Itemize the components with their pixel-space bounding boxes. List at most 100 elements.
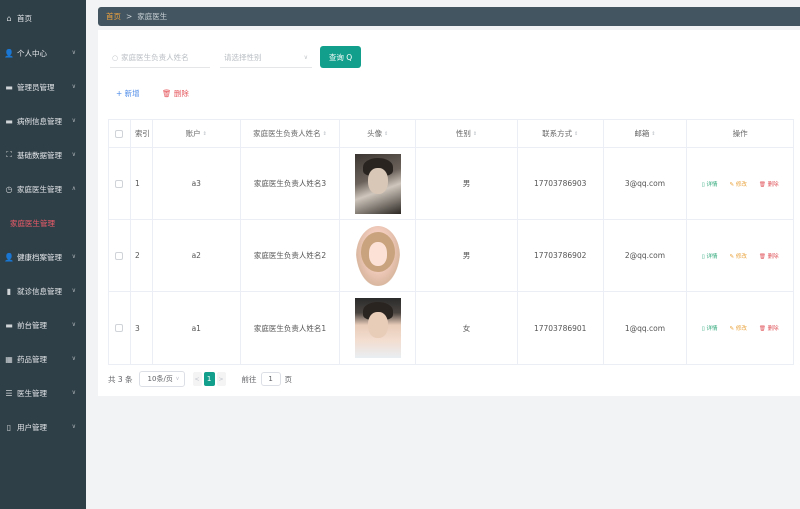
row-actions: ▯ 详情 ✎ 修改 🗑 删除 (702, 252, 779, 260)
sort-icon[interactable]: ⇕ (203, 131, 207, 137)
edit-button[interactable]: ✎ 修改 (730, 324, 747, 332)
sidebar-item-frontend[interactable]: ▬ 前台管理 ∨ (0, 308, 86, 342)
row-select[interactable] (109, 292, 131, 364)
sidebar-item-medicine[interactable]: ▦ 药品管理 ∨ (0, 342, 86, 376)
avatar[interactable] (354, 153, 401, 214)
sidebar-item-label: 前台管理 (17, 320, 47, 330)
avatar-face (367, 167, 388, 194)
bar-chart-icon: ▮ (6, 286, 12, 296)
mobile-icon: ▯ (6, 422, 12, 432)
folder-icon: ▬ (5, 320, 13, 330)
gender-select[interactable]: 请选择性别 ∨ (220, 48, 312, 68)
checkbox[interactable] (115, 324, 124, 332)
cell-email: 1@qq.com (604, 292, 688, 364)
next-page-button[interactable]: > (216, 372, 226, 386)
edit-button[interactable]: ✎ 修改 (730, 252, 747, 260)
expand-icon: ⛶ (6, 150, 12, 159)
avatar[interactable] (355, 225, 400, 286)
chevron-down-icon: ∨ (303, 54, 308, 61)
user-icon: 👤 (4, 48, 14, 58)
query-button[interactable]: 查询 Q (320, 46, 361, 68)
cell-index: 3 (131, 292, 153, 364)
chevron-down-icon: ∨ (71, 321, 76, 328)
chevron-down-icon: ∨ (71, 389, 76, 396)
goto-page-input[interactable]: 1 (260, 372, 281, 386)
cell-avatar (340, 292, 417, 364)
header-name[interactable]: 家庭医生负责人姓名 ⇕ (241, 120, 341, 147)
header-select-all[interactable] (109, 120, 131, 147)
header-phone[interactable]: 联系方式 ⇕ (518, 120, 604, 147)
sidebar-item-home[interactable]: ⌂ 首页 (0, 0, 86, 36)
header-email[interactable]: 邮箱 ⇕ (604, 120, 688, 147)
row-actions: ▯ 详情 ✎ 修改 🗑 删除 (702, 324, 779, 332)
checkbox[interactable] (115, 251, 124, 260)
batch-delete-button[interactable]: 🗑 删除 (162, 88, 189, 99)
breadcrumb: 首页 > 家庭医生 (98, 7, 800, 26)
header-gender[interactable]: 性别 ⇕ (416, 120, 518, 147)
sort-icon[interactable]: ⇕ (574, 131, 578, 137)
avatar[interactable] (354, 298, 401, 358)
sliders-icon: ☰ (5, 388, 13, 398)
header-account[interactable]: 账户 ⇕ (153, 120, 241, 147)
page-size-select[interactable]: 10条/页 ∨ (138, 371, 185, 387)
row-select[interactable] (109, 220, 131, 291)
cell-gender: 女 (416, 292, 518, 364)
cell-phone: 17703786902 (518, 220, 604, 291)
home-icon: ⌂ (6, 13, 12, 23)
pagination: 共 3 条 10条/页 ∨ < 1 > 前往 1 页 (108, 370, 292, 388)
sidebar-item-doctor[interactable]: ☰ 医生管理 ∨ (0, 376, 86, 410)
sidebar-item-visit-info[interactable]: ▮ 就诊信息管理 ∨ (0, 274, 86, 308)
sort-icon[interactable]: ⇕ (651, 131, 655, 137)
sidebar-item-admin-management[interactable]: ▬ 管理员管理 ∨ (0, 70, 86, 104)
delete-button[interactable]: 🗑 删除 (759, 252, 779, 260)
detail-button[interactable]: ▯ 详情 (702, 252, 718, 260)
sidebar-item-family-doctor[interactable]: ◷ 家庭医生管理 ∧ (0, 172, 86, 206)
sort-icon[interactable]: ⇕ (473, 131, 477, 137)
breadcrumb-current: 家庭医生 (137, 12, 168, 21)
cell-account: a2 (153, 220, 241, 291)
prev-page-button[interactable]: < (192, 372, 202, 386)
cell-actions: ▯ 详情 ✎ 修改 🗑 删除 (687, 148, 793, 219)
sidebar-item-users[interactable]: ▯ 用户管理 ∨ (0, 410, 86, 444)
cell-avatar (340, 148, 417, 219)
page-number-current[interactable]: 1 (203, 372, 215, 386)
name-search-input[interactable]: ○ 家庭医生负责人姓名 (110, 48, 210, 68)
sidebar-item-label: 健康档案管理 (17, 252, 62, 262)
sidebar-item-personal-center[interactable]: 👤 个人中心 ∨ (0, 36, 86, 70)
page-suffix: 页 (284, 374, 293, 384)
header-label: 邮箱 (634, 129, 650, 138)
edit-button[interactable]: ✎ 修改 (730, 180, 747, 188)
sidebar-item-health-records[interactable]: 👤 健康档案管理 ∨ (0, 240, 86, 274)
page-size-value: 10条/页 (147, 375, 173, 383)
header-avatar[interactable]: 头像 ⇕ (340, 120, 417, 147)
cell-account: a1 (153, 292, 241, 364)
search-placeholder: 家庭医生负责人姓名 (121, 53, 189, 62)
cell-phone: 17703786903 (518, 148, 604, 219)
sidebar-item-case-management[interactable]: ▬ 病例信息管理 ∨ (0, 104, 86, 138)
sort-icon[interactable]: ⇕ (384, 131, 388, 137)
checkbox[interactable] (115, 179, 124, 188)
row-select[interactable] (109, 148, 131, 219)
detail-button[interactable]: ▯ 详情 (702, 324, 718, 332)
header-label: 索引 (134, 129, 150, 138)
breadcrumb-home[interactable]: 首页 (106, 11, 121, 22)
header-label: 账户 (185, 129, 201, 138)
clock-icon: ◷ (5, 184, 13, 194)
avatar-face (367, 312, 388, 338)
pagination-total: 共 3 条 (108, 374, 133, 384)
chevron-down-icon: ∨ (175, 376, 180, 382)
chevron-down-icon: ∨ (71, 355, 76, 362)
cell-email: 2@qq.com (604, 220, 688, 291)
sidebar-subitem-family-doctor[interactable]: 家庭医生管理 (0, 206, 86, 240)
content-card: ○ 家庭医生负责人姓名 请选择性别 ∨ 查询 Q + 新增 🗑 删除 索引 账户… (98, 30, 800, 396)
sort-icon[interactable]: ⇕ (323, 131, 327, 137)
detail-button[interactable]: ▯ 详情 (702, 180, 718, 188)
add-button[interactable]: + 新增 (116, 88, 140, 99)
checkbox[interactable] (115, 129, 124, 138)
row-actions: ▯ 详情 ✎ 修改 🗑 删除 (702, 180, 779, 188)
delete-button[interactable]: 🗑 删除 (759, 180, 779, 188)
header-index: 索引 (131, 120, 153, 147)
sidebar-item-base-data[interactable]: ⛶ 基础数据管理 ∨ (0, 138, 86, 172)
delete-button[interactable]: 🗑 删除 (759, 324, 779, 332)
cell-name: 家庭医生负责人姓名3 (241, 148, 341, 219)
